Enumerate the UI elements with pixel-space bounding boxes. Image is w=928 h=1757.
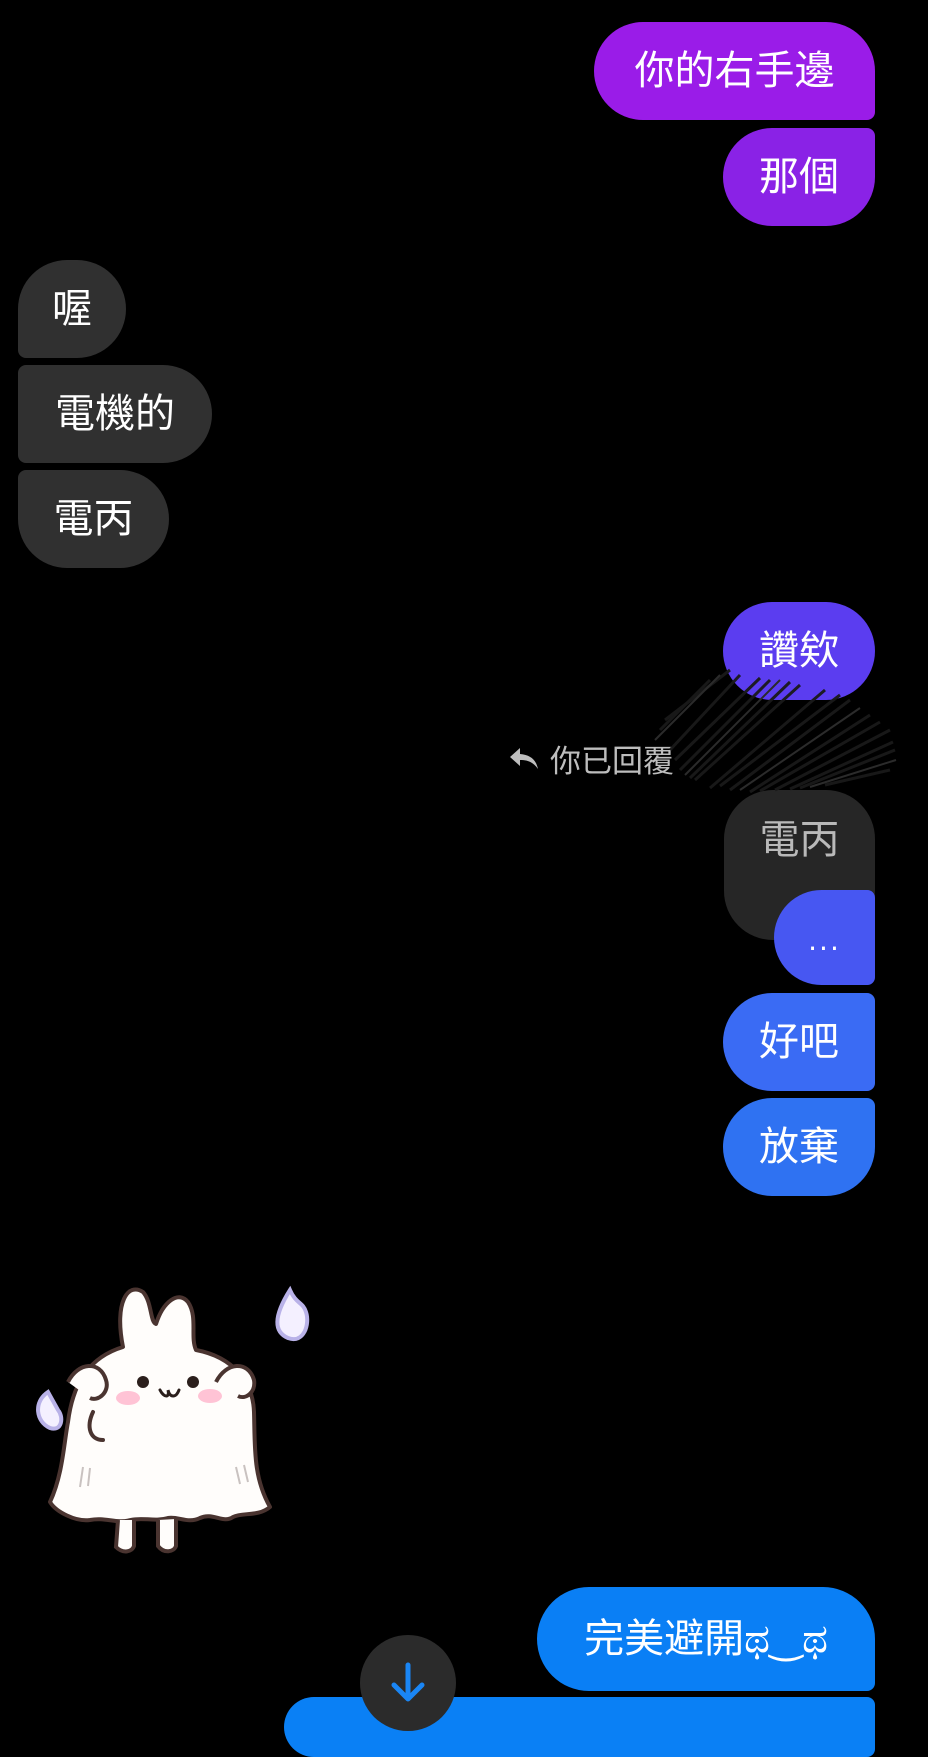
received-message[interactable]: 電丙 <box>18 470 169 568</box>
sent-message[interactable]: ... <box>774 890 875 985</box>
reply-arrow-icon <box>510 747 538 769</box>
sent-message[interactable]: 放棄 <box>723 1098 875 1196</box>
sent-message[interactable]: 好吧 <box>723 993 875 1091</box>
sent-message[interactable]: 完美避開ಥ‿ಥ <box>537 1587 875 1691</box>
ghost-bunny-sticker[interactable] <box>28 1262 336 1557</box>
received-message[interactable]: 電機的 <box>18 365 212 463</box>
sent-message[interactable]: 你的右手邊 <box>594 22 875 120</box>
redaction-scribble <box>654 668 897 794</box>
scroll-to-bottom-button[interactable] <box>360 1635 456 1731</box>
arrow-down-icon <box>391 1662 425 1702</box>
sent-message[interactable]: 那個 <box>723 128 875 226</box>
received-message[interactable]: 喔 <box>18 260 126 358</box>
